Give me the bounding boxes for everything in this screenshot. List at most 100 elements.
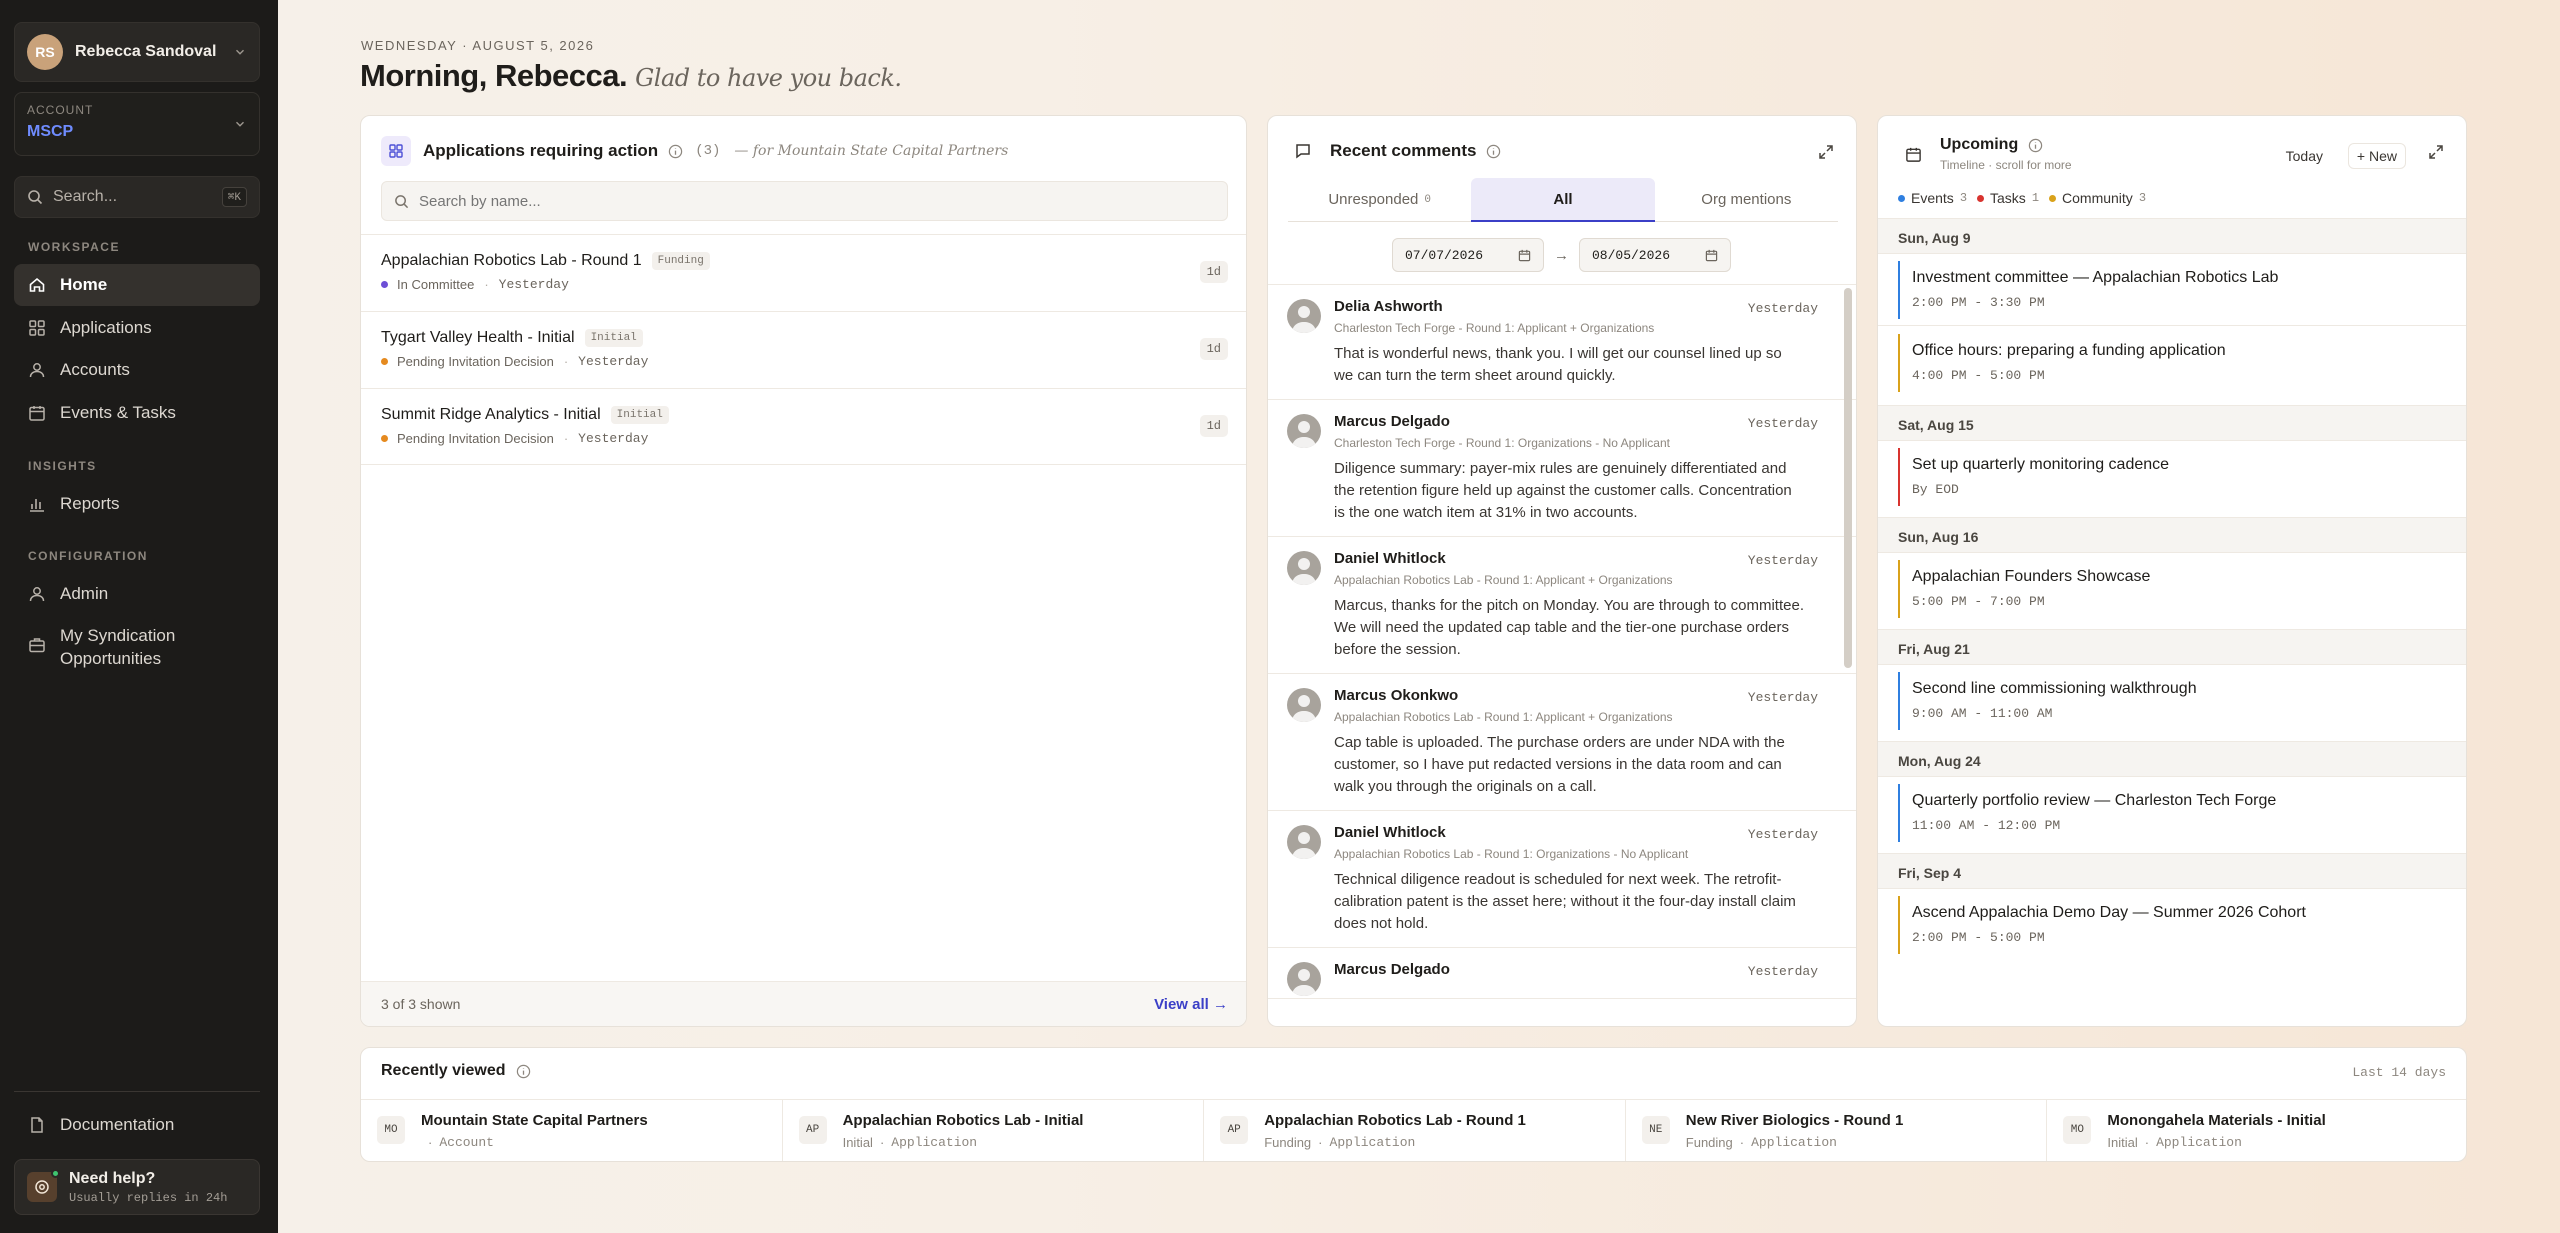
tab-all[interactable]: All [1471,178,1655,222]
recent-item[interactable]: AP Appalachian Robotics Lab - Initial In… [783,1100,1205,1161]
sidebar-item-label: Reports [60,494,120,513]
info-icon[interactable] [668,144,683,159]
legend-dot [1977,194,1985,202]
bar-chart-icon [30,499,44,512]
search-input[interactable] [419,192,1215,210]
comment-body [1334,986,1838,998]
comment-item[interactable]: Marcus Delgado Yesterday Charleston Tech… [1268,400,1856,537]
recent-range: Last 14 days [2352,1065,2446,1080]
info-icon[interactable] [516,1064,531,1079]
account-switcher[interactable]: ACCOUNT MSCP [14,92,260,156]
event-item[interactable]: Office hours: preparing a funding applic… [1898,334,2448,392]
comment-context: Appalachian Robotics Lab - Round 1: Orga… [1334,847,1689,861]
status-dot [381,281,388,288]
search-icon [395,194,409,208]
help-card[interactable]: Need help? Usually replies in 24h [14,1159,260,1215]
legend-events[interactable]: Events 3 [1898,190,1967,206]
date-line: WEDNESDAY · AUGUST 5, 2026 [361,38,595,53]
recent-item[interactable]: AP Appalachian Robotics Lab - Round 1 Fu… [1204,1100,1626,1161]
sidebar-item-label: Admin [60,584,109,603]
event-divider [1878,325,2466,326]
event-item[interactable]: Quarterly portfolio review — Charleston … [1898,784,2448,842]
event-item[interactable]: Ascend Appalachia Demo Day — Summer 2026… [1898,896,2448,954]
event-title: Quarterly portfolio review — Charleston … [1912,792,2277,809]
sidebar-search[interactable]: Search... ⌘K [14,176,260,218]
sidebar-divider [14,1091,260,1092]
sidebar-item-documentation[interactable]: Documentation [14,1104,260,1146]
grid-icon [381,136,411,166]
recent-item[interactable]: MO Mountain State Capital Partners · Acco… [361,1100,783,1161]
applications-card: Applications requiring action (3) — for … [360,115,1247,1027]
expand-icon[interactable] [2422,138,2450,166]
sidebar-item-label: Events & Tasks [60,403,176,422]
comment-item[interactable]: Delia Ashworth Yesterday Charleston Tech… [1268,285,1856,400]
recent-name: Mountain State Capital Partners [421,1112,648,1129]
calendar-icon [1518,249,1531,261]
application-status: Pending Invitation Decision [397,354,554,369]
application-row[interactable]: Appalachian Robotics Lab - Round 1 Fundin… [361,234,1246,311]
sidebar-item-reports[interactable]: Reports [14,483,260,525]
date-to-input[interactable]: 08/05/2026 [1579,238,1731,272]
info-icon[interactable] [2028,138,2043,153]
expand-icon[interactable] [1812,138,1840,166]
arrow-right-icon: → [1554,246,1569,264]
legend-count: 3 [2138,191,2147,205]
new-button[interactable]: + New [2347,143,2406,169]
event-item[interactable]: Set up quarterly monitoring cadence By E… [1898,448,2448,506]
day-header: Sun, Aug 9 [1878,218,2466,254]
comment-list[interactable]: Delia Ashworth Yesterday Charleston Tech… [1268,284,1856,1026]
comment-context: Appalachian Robotics Lab - Round 1: Appl… [1334,710,1673,724]
recent-badge: AP [798,1116,827,1144]
comment-time: Yesterday [1747,416,1818,431]
applications-search[interactable] [381,181,1228,221]
date-from-value: 07/07/2026 [1405,247,1484,263]
view-all-link[interactable]: View all → [1154,996,1228,1013]
info-icon[interactable] [1486,144,1501,159]
event-item[interactable]: Appalachian Founders Showcase 5:00 PM - … [1898,560,2448,618]
greeting: Morning, Rebecca. Glad to have you back. [360,58,902,94]
tab-count: 0 [1424,193,1431,206]
comment-tabs: Unresponded 0 All Org mentions [1288,178,1838,222]
comment-item[interactable]: Daniel Whitlock Yesterday Appalachian Ro… [1268,537,1856,674]
section-configuration: CONFIGURATION [28,549,148,563]
comment-time: Yesterday [1747,301,1818,316]
sidebar-item-admin[interactable]: Admin [14,573,260,615]
sidebar-item-events-tasks[interactable]: Events & Tasks [14,392,260,434]
sidebar-item-accounts[interactable]: Accounts [14,349,260,391]
sidebar-item-applications[interactable]: Applications [14,307,260,349]
comment-time: Yesterday [1747,690,1818,705]
recent-type: Application [1751,1135,1837,1150]
application-row[interactable]: Tygart Valley Health - Initial Initial Pe… [361,311,1246,388]
event-item[interactable]: Investment committee — Appalachian Robot… [1898,261,2448,319]
user-switcher[interactable]: RS Rebecca Sandoval [14,22,260,82]
application-status: Pending Invitation Decision [397,431,554,446]
tab-org-mentions[interactable]: Org mentions [1654,178,1838,222]
calendar-icon [1898,139,1928,169]
sidebar-item-label: Home [60,275,108,294]
comment-body: Cap table is uploaded. The purchase orde… [1334,734,1785,795]
event-title: Ascend Appalachia Demo Day — Summer 2026… [1912,904,2306,921]
recent-item[interactable]: NE New River Biologics - Round 1 Funding… [1626,1100,2048,1161]
event-time: 11:00 AM - 12:00 PM [1912,818,2061,833]
comment-body: That is wonderful news, thank you. I wil… [1334,345,1782,384]
comment-item[interactable]: Daniel Whitlock Yesterday Appalachian Ro… [1268,811,1856,948]
recent-item[interactable]: MO Monongahela Materials - Initial Initi… [2047,1100,2466,1161]
event-title: Office hours: preparing a funding applic… [1912,342,2226,359]
comment-item[interactable]: Marcus Okonkwo Yesterday Appalachian Rob… [1268,674,1856,811]
avatar [1287,551,1321,585]
today-button[interactable]: Today [2277,143,2332,169]
comments-scrollbar[interactable] [1844,288,1852,668]
date-from-input[interactable]: 07/07/2026 [1392,238,1544,272]
online-dot [51,1169,60,1178]
legend-community[interactable]: Community 3 [2049,190,2146,206]
sidebar-item-syndication[interactable]: My Syndication Opportunities [14,616,260,676]
legend-tasks[interactable]: Tasks 1 [1977,190,2039,206]
tab-unresponded[interactable]: Unresponded 0 [1288,178,1472,222]
user-icon [29,363,45,378]
avatar [1287,688,1321,722]
application-row[interactable]: Summit Ridge Analytics - Initial Initial … [361,388,1246,465]
recent-name: New River Biologics - Round 1 [1685,1112,1904,1129]
event-item[interactable]: Second line commissioning walkthrough 9:… [1898,672,2448,730]
sidebar-item-home[interactable]: Home [14,264,260,306]
comment-item[interactable]: Marcus Delgado Yesterday [1268,948,1856,999]
